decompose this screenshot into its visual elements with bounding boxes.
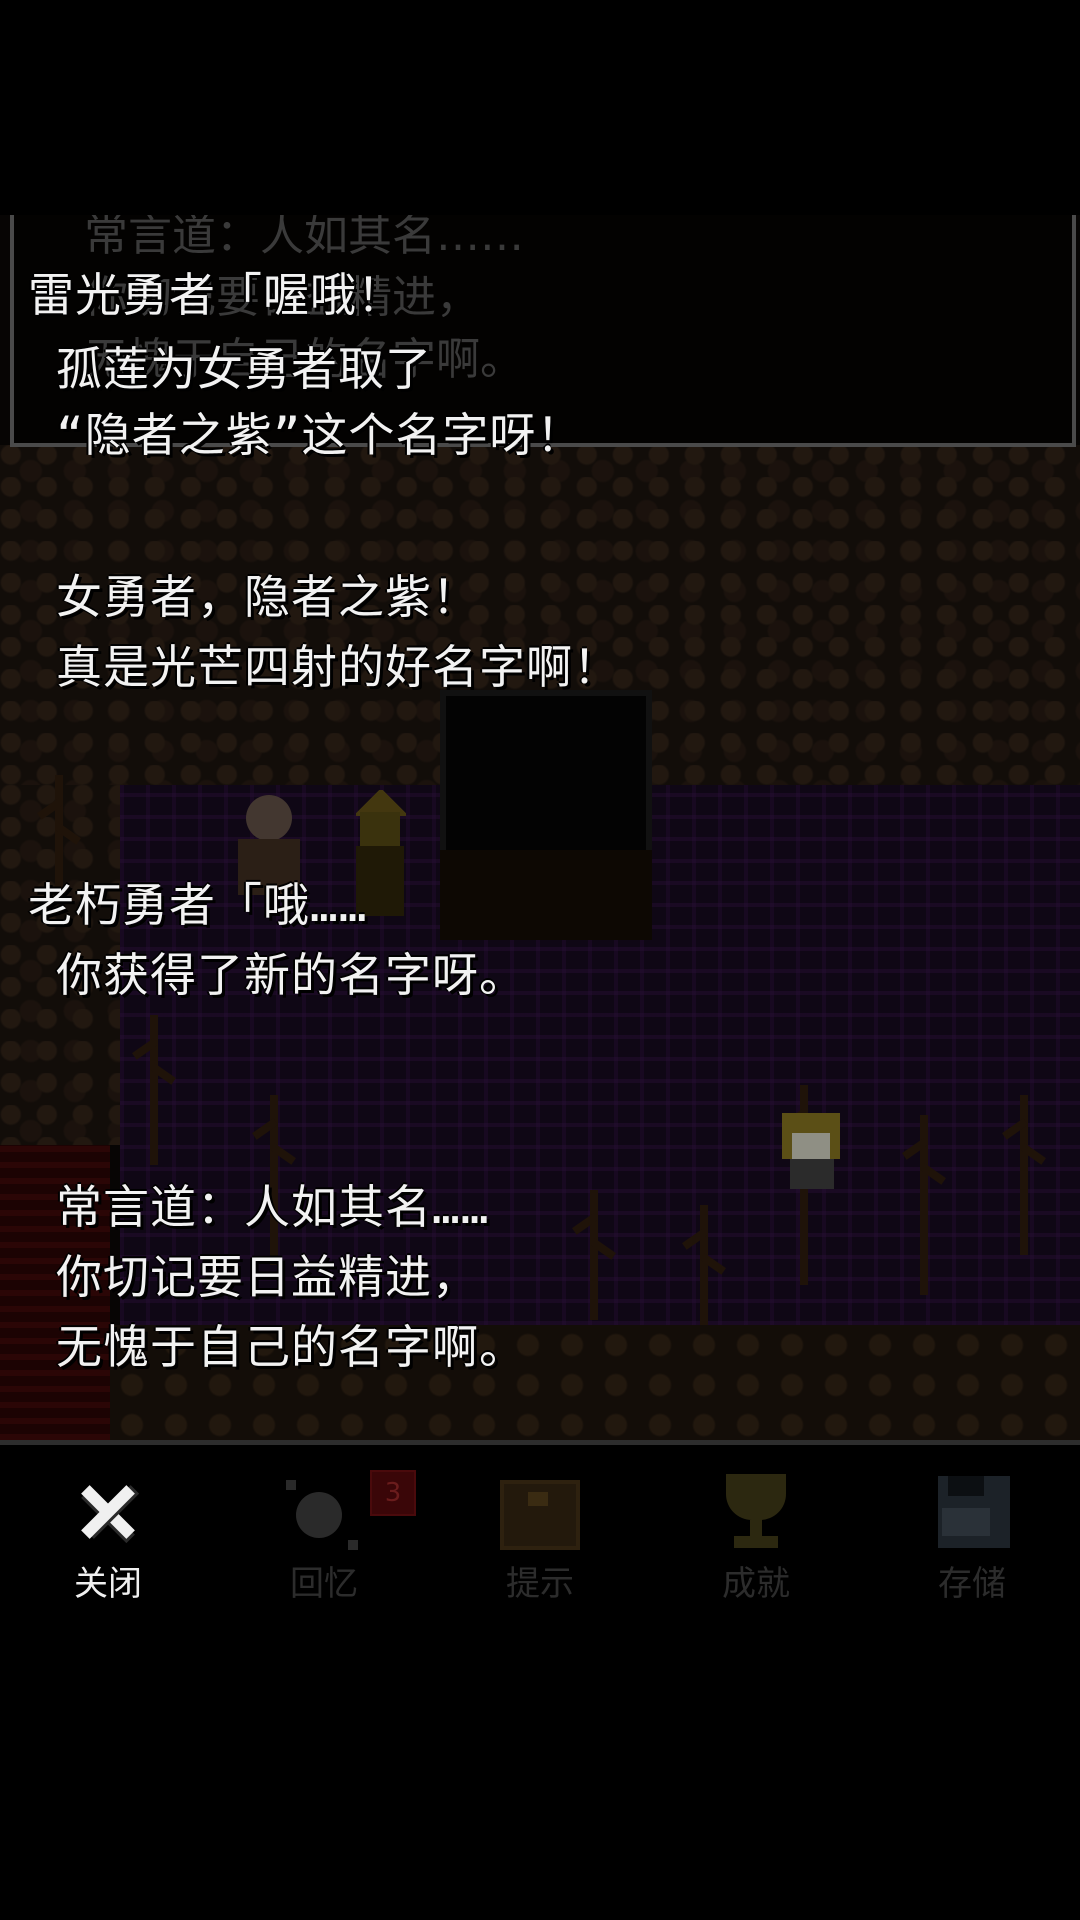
- ghost-line: 常言道：人如其名……: [84, 215, 524, 261]
- floppy-icon: [930, 1470, 1014, 1554]
- log-line: 你切记要日益精进，: [56, 1250, 479, 1304]
- memory-icon: 3: [282, 1470, 416, 1554]
- log-line: 孤莲为女勇者取了: [56, 342, 432, 396]
- log-line: “隐者之紫”这个名字呀！: [56, 408, 584, 462]
- log-line: 真是光芒四射的好名字啊！: [56, 640, 620, 694]
- achievement-button[interactable]: 成就: [648, 1445, 864, 1625]
- log-line: 你获得了新的名字呀。: [56, 948, 526, 1002]
- hint-label: 提示: [506, 1564, 574, 1604]
- memory-count-badge: 3: [370, 1470, 416, 1516]
- trophy-icon: [714, 1470, 798, 1554]
- log-line: 常言道：人如其名……: [56, 1180, 490, 1234]
- close-button[interactable]: 关闭: [0, 1445, 216, 1625]
- close-label: 关闭: [74, 1564, 142, 1604]
- save-button[interactable]: 存储: [864, 1445, 1080, 1625]
- achievement-label: 成就: [722, 1564, 790, 1604]
- chest-icon: [498, 1470, 582, 1554]
- close-icon: [66, 1470, 150, 1554]
- log-speaker-line: 雷光勇者「喔哦！: [28, 268, 404, 322]
- memory-button[interactable]: 3 回忆: [216, 1445, 432, 1625]
- hint-button[interactable]: 提示: [432, 1445, 648, 1625]
- memory-label: 回忆: [290, 1564, 358, 1604]
- log-line: 无愧于自己的名字啊。: [56, 1320, 526, 1374]
- game-screen: 常言道：人如其名…… 你切记要日益精进， 无愧于自己的名字啊。 雷光勇者「喔哦！…: [0, 0, 1080, 1920]
- save-label: 存储: [938, 1564, 1006, 1604]
- log-line: 女勇者，隐者之紫！: [56, 570, 479, 624]
- log-speaker-line: 老朽勇者「哦……: [28, 878, 368, 932]
- bottom-menu: 关闭 3 回忆 提示 成就 存储: [0, 1445, 1080, 1625]
